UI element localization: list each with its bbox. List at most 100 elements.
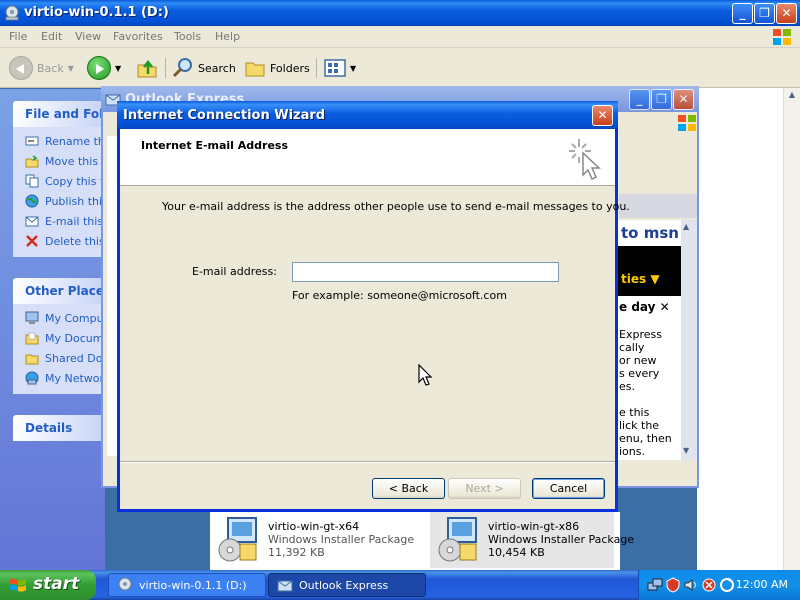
outlook-scrollbar[interactable]: ▲ ▼	[681, 220, 697, 460]
back-button[interactable]: Back ▼	[9, 56, 74, 80]
delete-icon	[26, 235, 38, 247]
back-button[interactable]: < Back	[372, 478, 445, 499]
menu-edit[interactable]: Edit	[41, 30, 62, 43]
scroll-down-icon[interactable]: ▼	[683, 446, 689, 455]
menu-help[interactable]: Help	[215, 30, 240, 43]
wizard-title-bar[interactable]: Internet Connection Wizard ✕	[117, 101, 618, 129]
file-type: Windows Installer Package	[488, 533, 635, 546]
panel-title[interactable]: File and Folder Tasks	[13, 101, 105, 127]
taskbar: start virtio-win-0.1.1 (D:) Outlook Expr…	[0, 570, 800, 600]
network-icon	[25, 371, 39, 385]
chevron-down-icon: ▼	[350, 63, 357, 73]
file-name: virtio-win-gt-x86	[488, 520, 580, 533]
menu-file[interactable]: File	[9, 30, 27, 43]
wizard-description: Your e-mail address is the address other…	[162, 200, 630, 213]
folder-up-icon	[137, 59, 157, 78]
email-address-label: E-mail address:	[192, 265, 277, 278]
other-places-panel: Other Places My Computer My Documents Sh…	[13, 278, 105, 394]
email-address-input[interactable]	[292, 262, 559, 282]
outlook-close-button[interactable]: ✕	[673, 89, 694, 110]
wizard-title: Internet Connection Wizard	[123, 108, 326, 123]
panel-title[interactable]: Details	[13, 415, 105, 441]
menu-view[interactable]: View	[75, 30, 101, 43]
views-icon	[324, 59, 346, 77]
search-button[interactable]: Search	[172, 56, 236, 80]
security-shield-icon[interactable]	[665, 577, 681, 593]
mouse-cursor-icon	[418, 364, 432, 386]
place-my-computer[interactable]: My Computer	[25, 308, 105, 328]
vertical-scrollbar[interactable]: ▲	[783, 88, 800, 570]
chevron-down-icon: ▼	[650, 272, 660, 286]
close-button[interactable]: ✕	[776, 3, 797, 24]
start-label: start	[33, 574, 80, 594]
system-tray: 12:00 AM	[638, 570, 800, 600]
task-delete[interactable]: Delete this file	[25, 231, 105, 251]
move-icon	[25, 155, 39, 168]
task-publish[interactable]: Publish this file to the Web	[25, 191, 105, 211]
back-arrow-icon	[9, 56, 33, 80]
file-item[interactable]: virtio-win-gt-x86 Windows Installer Pack…	[430, 512, 634, 568]
chevron-down-icon: ▼	[115, 63, 122, 73]
file-folder-tasks-panel: File and Folder Tasks Rename this file M…	[13, 101, 105, 257]
wizard-heading: Internet E-mail Address	[141, 139, 289, 152]
forward-button[interactable]: ▼	[87, 56, 121, 80]
network-tray-icon[interactable]	[647, 577, 663, 593]
copy-icon	[25, 174, 39, 188]
folders-button[interactable]: Folders	[244, 56, 310, 80]
explorer-title-bar[interactable]: virtio-win-0.1.1 (D:) _ ❐ ✕	[0, 0, 800, 26]
windows-flag-icon	[10, 578, 26, 592]
internet-connection-wizard-dialog: Internet Connection Wizard ✕ Internet E-…	[117, 101, 630, 512]
start-button[interactable]: start	[0, 570, 96, 600]
file-type: Windows Installer Package	[268, 533, 415, 546]
task-email[interactable]: E-mail this file	[25, 211, 105, 231]
cancel-button[interactable]: Cancel	[532, 478, 605, 499]
task-rename[interactable]: Rename this file	[25, 131, 105, 151]
email-icon	[25, 216, 39, 227]
place-my-network[interactable]: My Network Places	[25, 368, 105, 388]
rename-icon	[25, 136, 39, 146]
taskbar-item-outlook[interactable]: Outlook Express	[268, 573, 426, 597]
folders-icon	[245, 62, 265, 77]
views-button[interactable]: ▼	[324, 56, 356, 80]
msn-band: ties ▼	[617, 246, 681, 296]
installer-package-icon	[218, 517, 257, 562]
explorer-window-title: virtio-win-0.1.1 (D:)	[24, 5, 169, 20]
shared-folder-icon	[25, 354, 39, 365]
menu-tools[interactable]: Tools	[174, 30, 201, 43]
drive-icon	[118, 577, 132, 591]
file-size: 10,454 KB	[488, 546, 545, 559]
msn-logo[interactable]: to msn	[617, 220, 681, 246]
minimize-button[interactable]: _	[732, 3, 753, 24]
windows-logo-icon	[678, 115, 696, 131]
standard-toolbar: Back ▼ ▼ Search Folders ▼	[0, 48, 800, 88]
up-button[interactable]	[136, 56, 158, 80]
close-icon[interactable]: ✕	[660, 300, 670, 314]
outlook-maximize-button[interactable]: ❐	[651, 89, 672, 110]
taskbar-item-explorer[interactable]: virtio-win-0.1.1 (D:)	[108, 573, 266, 597]
task-move[interactable]: Move this file	[25, 151, 105, 171]
file-item[interactable]: virtio-win-gt-x64 Windows Installer Pack…	[210, 512, 420, 568]
outlook-header-bar	[619, 194, 697, 218]
place-shared-documents[interactable]: Shared Documents	[25, 348, 105, 368]
place-my-documents[interactable]: My Documents	[25, 328, 105, 348]
task-copy[interactable]: Copy this file	[25, 171, 105, 191]
clock[interactable]: 12:00 AM	[736, 578, 788, 591]
drive-icon	[5, 5, 19, 21]
outlook-icon	[277, 580, 293, 592]
documents-folder-icon	[25, 332, 39, 345]
menu-favorites[interactable]: Favorites	[113, 30, 163, 43]
volume-icon[interactable]	[683, 577, 699, 593]
search-icon	[172, 58, 192, 78]
forward-arrow-icon	[87, 56, 111, 80]
scroll-up-icon[interactable]: ▲	[683, 222, 689, 231]
sync-icon[interactable]	[719, 577, 735, 593]
maximize-button[interactable]: ❐	[754, 3, 775, 24]
messenger-icon[interactable]	[701, 577, 717, 593]
panel-title[interactable]: Other Places	[13, 278, 105, 304]
outlook-minimize-button[interactable]: _	[629, 89, 650, 110]
email-example-text: For example: someone@microsoft.com	[292, 289, 507, 302]
details-panel: Details	[13, 415, 105, 441]
scroll-up-icon[interactable]: ▲	[785, 90, 799, 104]
wizard-close-button[interactable]: ✕	[592, 105, 613, 126]
next-button[interactable]: Next >	[448, 478, 521, 499]
